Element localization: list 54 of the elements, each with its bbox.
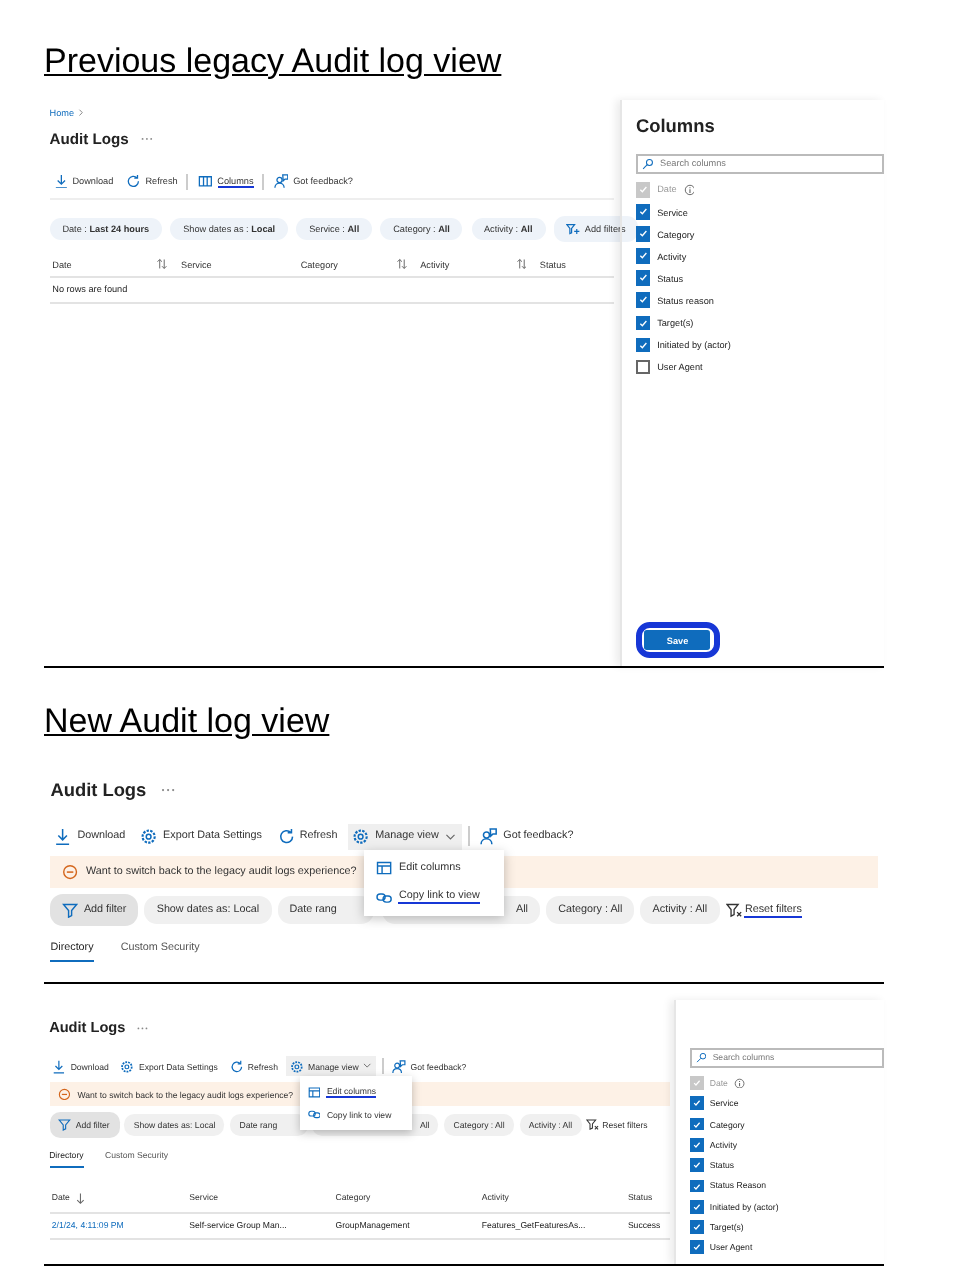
search-icon [641, 157, 654, 170]
sort-icon [156, 258, 169, 271]
filter-icon [58, 1118, 72, 1132]
gear-icon [120, 1059, 135, 1073]
checkbox[interactable] [690, 1096, 704, 1111]
person-icon [273, 173, 289, 189]
checkbox[interactable] [690, 1179, 704, 1193]
refresh-icon [229, 1059, 244, 1073]
checkbox[interactable] [690, 1240, 704, 1255]
checkbox[interactable] [636, 292, 651, 308]
sort-icon [515, 258, 527, 271]
checkbox[interactable] [690, 1199, 704, 1214]
checkbox[interactable] [636, 226, 651, 242]
checkbox[interactable] [690, 1137, 704, 1152]
checkbox[interactable] [690, 1117, 704, 1131]
caret-icon [362, 1060, 374, 1072]
gear-icon [140, 827, 158, 846]
minus-circle-icon [57, 1087, 71, 1101]
page-title: Audit Logs [50, 779, 147, 800]
download-icon [52, 1059, 67, 1073]
person-icon [392, 1059, 407, 1073]
panel-title: Columns [636, 116, 717, 137]
caret-icon [444, 829, 458, 843]
filter-icon [62, 902, 79, 919]
checkbox[interactable] [636, 248, 651, 264]
gear-icon [352, 827, 370, 846]
filter-icon [586, 1118, 600, 1132]
table-icon [308, 1085, 321, 1098]
link-icon [375, 889, 392, 906]
refresh-icon [277, 827, 295, 846]
checkbox[interactable] [636, 315, 651, 330]
person-icon [480, 827, 498, 846]
checkbox[interactable] [636, 337, 651, 352]
columns-icon [197, 173, 213, 189]
link-icon [308, 1108, 321, 1122]
table-icon [375, 860, 392, 877]
filter-icon [566, 221, 581, 236]
sort-icon [395, 258, 408, 271]
filter-icon [725, 902, 742, 919]
checkbox[interactable] [636, 204, 651, 220]
gear-icon [289, 1059, 304, 1073]
minus-circle-icon [61, 863, 78, 880]
checkbox[interactable] [690, 1158, 704, 1173]
chevron-icon [76, 107, 86, 117]
search-icon [695, 1052, 707, 1064]
checkbox[interactable] [636, 359, 651, 374]
arrow-down-icon [73, 1191, 87, 1205]
section-heading: New Audit log view [44, 700, 332, 744]
checkbox[interactable] [690, 1220, 704, 1234]
download-icon [54, 827, 73, 846]
download-icon [53, 173, 68, 189]
section-heading: Previous legacy Audit log view [44, 40, 504, 84]
checkbox[interactable] [636, 270, 651, 286]
refresh-icon [126, 173, 141, 189]
